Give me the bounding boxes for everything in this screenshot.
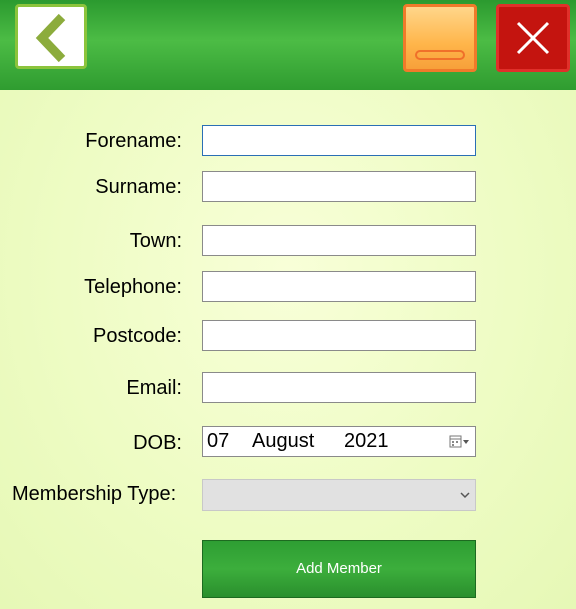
dob-label: DOB:: [133, 432, 182, 454]
town-label: Town:: [129, 230, 182, 252]
forename-field[interactable]: [202, 125, 476, 156]
postcode-field[interactable]: [202, 320, 476, 351]
email-field[interactable]: [202, 372, 476, 403]
email-label: Email:: [126, 377, 182, 399]
calendar-dropdown-icon[interactable]: [449, 435, 471, 449]
back-button[interactable]: [15, 4, 87, 69]
dob-date-picker[interactable]: 07 August 2021: [202, 426, 476, 457]
title-bar: [0, 0, 576, 90]
minimize-icon: [415, 50, 465, 60]
surname-field[interactable]: [202, 171, 476, 202]
town-field[interactable]: [202, 225, 476, 256]
membership-type-select[interactable]: [202, 479, 476, 511]
chevron-down-icon: [460, 492, 470, 499]
forename-label: Forename:: [85, 130, 182, 152]
membership-type-label: Membership Type:: [12, 483, 177, 505]
telephone-label: Telephone:: [84, 276, 182, 298]
telephone-field[interactable]: [202, 271, 476, 302]
postcode-label: Postcode:: [93, 325, 182, 347]
chevron-left-icon: [35, 13, 66, 63]
close-button[interactable]: [496, 4, 570, 72]
surname-label: Surname:: [95, 176, 182, 198]
add-member-button[interactable]: Add Member: [202, 540, 476, 598]
minimize-button[interactable]: [403, 4, 477, 72]
close-icon: [516, 21, 550, 55]
dob-year[interactable]: 2021: [344, 430, 389, 453]
dob-month[interactable]: August: [252, 430, 314, 453]
dob-day[interactable]: 07: [207, 430, 229, 453]
